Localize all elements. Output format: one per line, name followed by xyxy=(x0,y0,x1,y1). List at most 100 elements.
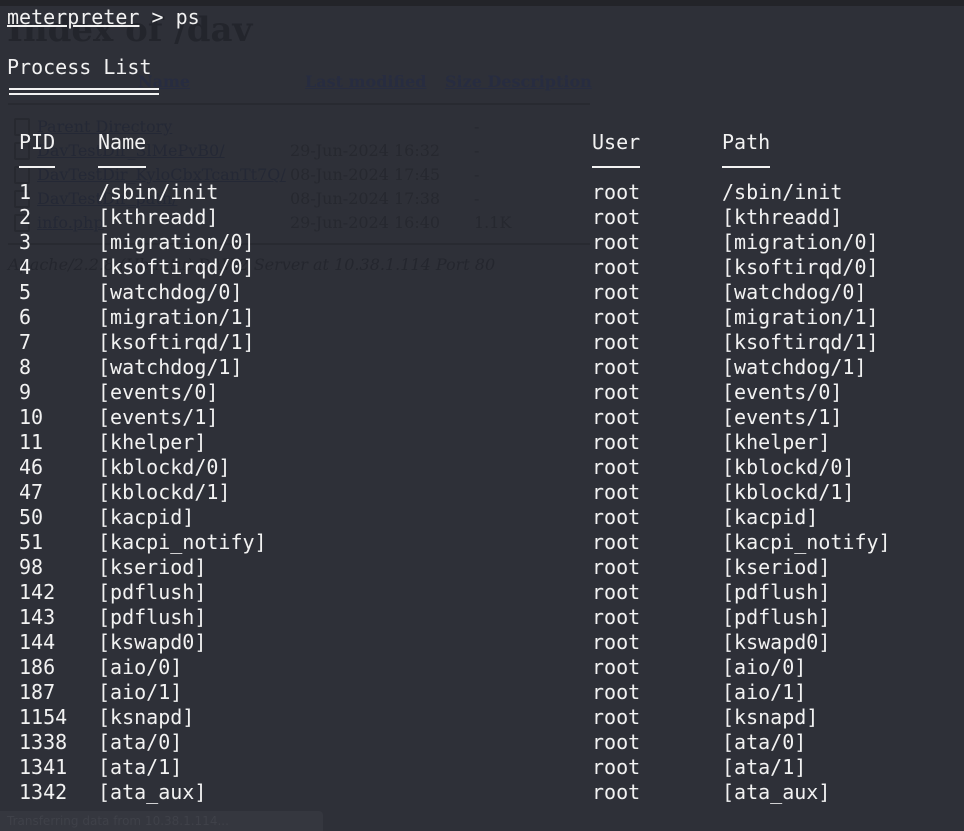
process-path: [ata_aux] xyxy=(722,780,831,804)
process-name: [aio/1] xyxy=(98,680,183,704)
command-text: ps xyxy=(175,5,200,29)
column-header-user: User xyxy=(592,130,641,154)
process-pid: 1 xyxy=(19,180,32,204)
process-pid: 11 xyxy=(19,430,44,454)
process-user: root xyxy=(592,330,641,354)
process-name: [kacpi_notify] xyxy=(98,530,267,554)
process-pid: 143 xyxy=(19,605,56,629)
process-path: [migration/0] xyxy=(722,230,879,254)
process-name: [khelper] xyxy=(98,430,207,454)
process-path: [pdflush] xyxy=(722,605,831,629)
process-user: root xyxy=(592,705,641,729)
process-name: [kacpid] xyxy=(98,505,195,529)
process-user: root xyxy=(592,555,641,579)
column-underline xyxy=(98,166,146,168)
process-name: [ksoftirqd/0] xyxy=(98,255,255,279)
process-pid: 1342 xyxy=(19,780,68,804)
process-pid: 1338 xyxy=(19,730,68,754)
process-path: [pdflush] xyxy=(722,580,831,604)
process-name: [kblockd/1] xyxy=(98,480,231,504)
process-pid: 10 xyxy=(19,405,44,429)
process-name: [kseriod] xyxy=(98,555,207,579)
column-header-path: Path xyxy=(722,130,771,154)
terminal-output[interactable]: meterpreter > ps Process List PID Name U… xyxy=(0,0,964,831)
process-name: [events/1] xyxy=(98,405,219,429)
prompt-line: meterpreter > ps xyxy=(7,5,200,30)
process-user: root xyxy=(592,780,641,804)
process-name: [pdflush] xyxy=(98,580,207,604)
process-user: root xyxy=(592,680,641,704)
process-path: [kswapd0] xyxy=(722,630,831,654)
process-user: root xyxy=(592,630,641,654)
process-pid: 186 xyxy=(19,655,56,679)
process-path: [events/1] xyxy=(722,405,843,429)
process-pid: 46 xyxy=(19,455,44,479)
process-name: [ksoftirqd/1] xyxy=(98,330,255,354)
process-name: [events/0] xyxy=(98,380,219,404)
process-user: root xyxy=(592,205,641,229)
process-name: [migration/1] xyxy=(98,305,255,329)
process-name: [ata_aux] xyxy=(98,780,207,804)
process-path: [kacpi_notify] xyxy=(722,530,891,554)
process-pid: 8 xyxy=(19,355,32,379)
process-name: [watchdog/0] xyxy=(98,280,243,304)
column-underline xyxy=(722,166,770,168)
process-pid: 2 xyxy=(19,205,32,229)
process-name: [kthreadd] xyxy=(98,205,219,229)
process-user: root xyxy=(592,255,641,279)
process-name: [ata/0] xyxy=(98,730,183,754)
process-path: [khelper] xyxy=(722,430,831,454)
section-title: Process List xyxy=(7,55,152,79)
process-path: [watchdog/0] xyxy=(722,280,867,304)
process-user: root xyxy=(592,655,641,679)
process-path: [aio/0] xyxy=(722,655,807,679)
process-pid: 98 xyxy=(19,555,44,579)
process-user: root xyxy=(592,455,641,479)
process-name: [watchdog/1] xyxy=(98,355,243,379)
process-name: [ksnapd] xyxy=(98,705,195,729)
process-pid: 1341 xyxy=(19,755,68,779)
process-pid: 1154 xyxy=(19,705,68,729)
process-pid: 51 xyxy=(19,530,44,554)
process-user: root xyxy=(592,480,641,504)
process-pid: 5 xyxy=(19,280,32,304)
process-path: [kseriod] xyxy=(722,555,831,579)
process-user: root xyxy=(592,405,641,429)
column-header-pid: PID xyxy=(19,130,56,154)
process-pid: 187 xyxy=(19,680,56,704)
process-user: root xyxy=(592,730,641,754)
process-pid: 3 xyxy=(19,230,32,254)
process-user: root xyxy=(592,580,641,604)
process-user: root xyxy=(592,380,641,404)
process-user: root xyxy=(592,280,641,304)
column-underline xyxy=(592,166,640,168)
process-path: [kacpid] xyxy=(722,505,819,529)
process-path: [kblockd/0] xyxy=(722,455,855,479)
process-name: [migration/0] xyxy=(98,230,255,254)
process-path: [ata/1] xyxy=(722,755,807,779)
process-pid: 50 xyxy=(19,505,44,529)
process-user: root xyxy=(592,305,641,329)
process-pid: 7 xyxy=(19,330,32,354)
process-pid: 4 xyxy=(19,255,32,279)
prompt-module: meterpreter xyxy=(7,5,140,29)
process-user: root xyxy=(592,755,641,779)
process-name: [aio/0] xyxy=(98,655,183,679)
process-user: root xyxy=(592,530,641,554)
terminal-window: Index of /dav Name Last modified Size De… xyxy=(0,0,964,831)
process-pid: 9 xyxy=(19,380,32,404)
process-name: [pdflush] xyxy=(98,605,207,629)
process-path: [ksoftirqd/0] xyxy=(722,255,879,279)
process-path: [ata/0] xyxy=(722,730,807,754)
process-path: [ksnapd] xyxy=(722,705,819,729)
process-name: /sbin/init xyxy=(98,180,219,204)
process-path: [kblockd/1] xyxy=(722,480,855,504)
column-underline xyxy=(19,166,55,168)
process-path: [migration/1] xyxy=(722,305,879,329)
process-user: root xyxy=(592,430,641,454)
column-header-name: Name xyxy=(98,130,147,154)
process-path: /sbin/init xyxy=(722,180,843,204)
process-user: root xyxy=(592,180,641,204)
process-name: [kswapd0] xyxy=(98,630,207,654)
process-name: [kblockd/0] xyxy=(98,455,231,479)
